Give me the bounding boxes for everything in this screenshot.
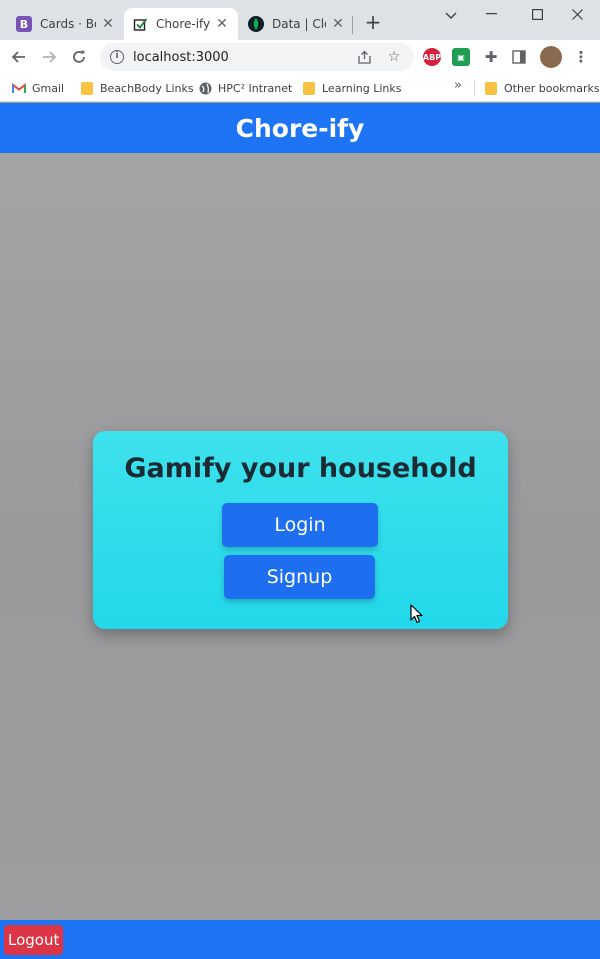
welcome-card: Gamify your household Login Signup bbox=[93, 431, 508, 629]
checkbox-icon bbox=[132, 16, 148, 32]
bookmark-label: BeachBody Links bbox=[100, 81, 194, 95]
logout-button[interactable]: Logout bbox=[4, 925, 64, 955]
reload-icon[interactable] bbox=[66, 44, 92, 70]
app-title: Chore-ify bbox=[235, 113, 365, 143]
close-icon[interactable]: ✕ bbox=[100, 16, 116, 32]
mongodb-leaf-icon bbox=[248, 16, 264, 32]
app-footer: Logout bbox=[0, 920, 600, 959]
bookmark-label: HPC² Intranet bbox=[218, 81, 293, 95]
share-icon[interactable] bbox=[356, 49, 372, 65]
tab-title: Chore-ify bbox=[156, 17, 210, 31]
close-icon[interactable]: ✕ bbox=[214, 16, 230, 32]
bookmark-learning-links[interactable]: Learning Links bbox=[302, 79, 402, 97]
puzzle-icon[interactable]: ✚ bbox=[482, 48, 500, 66]
tab-cards[interactable]: B Cards · Boo ✕ bbox=[8, 8, 124, 40]
bookmark-label: Other bookmarks bbox=[504, 81, 600, 95]
card-heading: Gamify your household bbox=[124, 453, 477, 484]
app-header: Chore-ify bbox=[0, 103, 600, 153]
bookmark-hpc-intranet[interactable]: HPC² Intranet bbox=[198, 79, 292, 97]
folder-icon bbox=[80, 81, 94, 95]
back-arrow-icon[interactable] bbox=[6, 44, 32, 70]
bookmark-label: Gmail bbox=[32, 81, 65, 95]
side-panel-icon[interactable] bbox=[510, 48, 528, 66]
abp-icon[interactable]: ABP bbox=[423, 48, 441, 66]
gmail-icon bbox=[12, 81, 26, 95]
tab-title: Data | Clou bbox=[272, 17, 326, 31]
bookmark-gmail[interactable]: Gmail bbox=[12, 79, 64, 97]
browser-tabstrip: B Cards · Boo ✕ Chore-ify ✕ Data | Clou … bbox=[0, 0, 600, 40]
bookmarks-divider bbox=[474, 80, 475, 96]
close-icon[interactable]: ✕ bbox=[330, 16, 346, 32]
minimize-icon[interactable] bbox=[468, 0, 514, 28]
screen-capture-icon[interactable]: ▣ bbox=[452, 48, 470, 66]
bookmarks-bar: Gmail BeachBody Links HPC² Intranet Lear… bbox=[0, 74, 600, 102]
signup-button[interactable]: Signup bbox=[224, 555, 375, 599]
site-info-icon[interactable]: i bbox=[110, 50, 124, 64]
bookmark-other-bookmarks[interactable]: Other bookmarks bbox=[484, 79, 600, 97]
globe-icon bbox=[198, 81, 212, 95]
folder-icon bbox=[484, 81, 498, 95]
new-tab-plus-icon[interactable]: + bbox=[362, 12, 384, 34]
bootstrap-icon: B bbox=[16, 16, 32, 32]
tab-title: Cards · Boo bbox=[40, 17, 96, 31]
tab-divider bbox=[352, 16, 353, 34]
login-button[interactable]: Login bbox=[222, 503, 378, 547]
window-close-icon[interactable] bbox=[554, 0, 600, 28]
mouse-cursor-icon bbox=[410, 604, 423, 624]
tab-data-cloud[interactable]: Data | Clou ✕ bbox=[240, 8, 354, 40]
address-bar[interactable]: i localhost:3000 ☆ bbox=[100, 43, 414, 71]
bookmark-label: Learning Links bbox=[322, 81, 402, 95]
profile-avatar[interactable] bbox=[540, 46, 562, 68]
chevron-double-right-icon[interactable]: » bbox=[454, 78, 462, 93]
url-text: localhost:3000 bbox=[133, 49, 229, 65]
folder-icon bbox=[302, 81, 316, 95]
forward-arrow-icon[interactable] bbox=[36, 44, 62, 70]
tab-chore-ify[interactable]: Chore-ify ✕ bbox=[124, 8, 238, 40]
bookmark-beachbody-links[interactable]: BeachBody Links bbox=[80, 79, 194, 97]
kebab-menu-icon[interactable]: ⋮ bbox=[572, 48, 590, 66]
browser-toolbar: i localhost:3000 ☆ ABP ▣ ✚ ⋮ bbox=[0, 40, 600, 74]
bookmark-star-icon[interactable]: ☆ bbox=[386, 49, 402, 65]
